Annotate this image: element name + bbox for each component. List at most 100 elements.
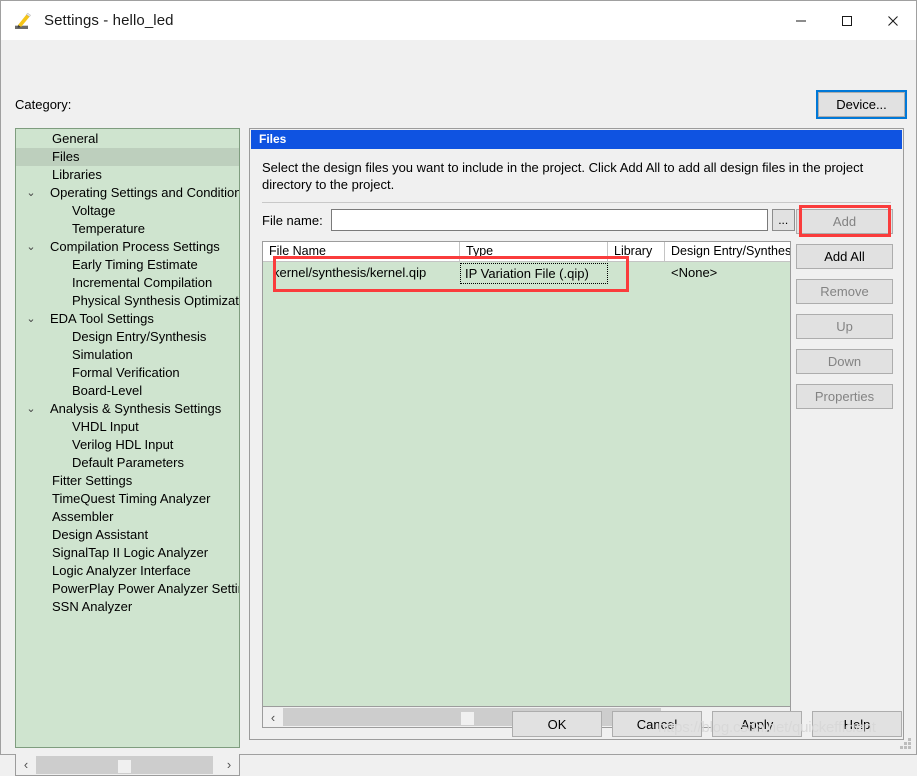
sidebar-item-label: SSN Analyzer <box>52 599 133 614</box>
chevron-down-icon[interactable]: ⌄ <box>24 238 38 256</box>
minimize-button[interactable] <box>778 1 824 40</box>
sidebar-item-operating-settings-and-conditions[interactable]: ⌄ Operating Settings and Conditions <box>16 184 239 202</box>
sidebar-item-ssn-analyzer[interactable]: SSN Analyzer <box>16 598 239 616</box>
dialog-body: Category: Device... General Files Librarie… <box>1 40 916 776</box>
sidebar-item-label: Physical Synthesis Optimization <box>72 293 240 308</box>
sidebar-item-label: PowerPlay Power Analyzer Settings <box>52 581 240 596</box>
sidebar-item-label: Board-Level <box>72 383 143 398</box>
sidebar-item-label: General <box>52 131 99 146</box>
sidebar-item-vhdl-input[interactable]: VHDL Input <box>16 418 239 436</box>
device-button[interactable]: Device... <box>816 90 907 119</box>
column-header-file-name[interactable]: File Name <box>263 242 460 261</box>
sidebar-item-label: Design Assistant <box>52 527 149 542</box>
add-button[interactable]: Add <box>796 209 893 234</box>
scroll-track[interactable] <box>36 754 219 775</box>
sidebar-item-label: Incremental Compilation <box>72 275 213 290</box>
sidebar-item-logic-analyzer-interface[interactable]: Logic Analyzer Interface <box>16 562 239 580</box>
sidebar-item-label: VHDL Input <box>72 419 139 434</box>
table-row[interactable]: kernel/synthesis/kernel.qip IP Variation… <box>263 262 790 284</box>
sidebar-item-general[interactable]: General <box>16 130 239 148</box>
sidebar-item-label: Assembler <box>52 509 114 524</box>
sidebar-item-label: Logic Analyzer Interface <box>52 563 191 578</box>
sidebar-item-powerplay-power-analyzer-settings[interactable]: PowerPlay Power Analyzer Settings <box>16 580 239 598</box>
up-button[interactable]: Up <box>796 314 893 339</box>
window-controls <box>778 1 916 40</box>
browse-files-button[interactable]: ... <box>771 209 795 231</box>
sidebar-item-label: Early Timing Estimate <box>72 257 198 272</box>
column-header-library[interactable]: Library <box>608 242 665 261</box>
sidebar-item-label: Analysis & Synthesis Settings <box>50 401 222 416</box>
files-table-header: File Name Type Library Design Entry/Synt… <box>263 242 790 262</box>
category-tree-items: General Files Libraries ⌄ Operating Settings… <box>16 129 239 616</box>
file-name-input[interactable] <box>330 209 768 231</box>
files-table[interactable]: File Name Type Library Design Entry/Synt… <box>262 241 791 707</box>
help-button[interactable]: Help <box>812 711 902 737</box>
sidebar-item-label: Default Parameters <box>72 455 184 470</box>
column-header-design-entry[interactable]: Design Entry/Synthes <box>665 242 790 261</box>
sidebar-item-label: Libraries <box>52 167 102 182</box>
sidebar-item-label: SignalTap II Logic Analyzer <box>52 545 209 560</box>
ok-button[interactable]: OK <box>512 711 602 737</box>
sidebar-item-signaltap-ii-logic-analyzer[interactable]: SignalTap II Logic Analyzer <box>16 544 239 562</box>
chevron-down-icon[interactable]: ⌄ <box>24 400 38 418</box>
cell-library[interactable] <box>608 262 665 284</box>
cell-design-entry[interactable]: <None> <box>665 262 790 284</box>
sidebar-item-label: Temperature <box>72 221 145 236</box>
sidebar-item-design-assistant[interactable]: Design Assistant <box>16 526 239 544</box>
panel-description: Select the design files you want to incl… <box>262 160 864 192</box>
sidebar-item-label: Files <box>52 149 80 164</box>
sidebar-item-analysis-synthesis-settings[interactable]: ⌄ Analysis & Synthesis Settings <box>16 400 239 418</box>
category-tree[interactable]: General Files Libraries ⌄ Operating Settings… <box>15 128 240 748</box>
cell-file-name[interactable]: kernel/synthesis/kernel.qip <box>263 262 460 284</box>
sidebar-item-timequest-timing-analyzer[interactable]: TimeQuest Timing Analyzer <box>16 490 239 508</box>
sidebar-item-formal-verification[interactable]: Formal Verification <box>16 364 239 382</box>
sidebar-item-early-timing-estimate[interactable]: Early Timing Estimate <box>16 256 239 274</box>
panel-header-title: Files <box>251 130 902 149</box>
sidebar-item-label: Formal Verification <box>72 365 180 380</box>
resize-grip-icon[interactable] <box>900 738 912 750</box>
sidebar-item-label: EDA Tool Settings <box>50 311 154 326</box>
sidebar-item-label: Compilation Process Settings <box>50 239 220 254</box>
sidebar-item-voltage[interactable]: Voltage <box>16 202 239 220</box>
sidebar-item-simulation[interactable]: Simulation <box>16 346 239 364</box>
sidebar-item-libraries[interactable]: Libraries <box>16 166 239 184</box>
sidebar-item-label: Design Entry/Synthesis <box>72 329 207 344</box>
sidebar-item-compilation-process-settings[interactable]: ⌄ Compilation Process Settings <box>16 238 239 256</box>
sidebar-item-verilog-hdl-input[interactable]: Verilog HDL Input <box>16 436 239 454</box>
pencil-icon <box>12 10 34 32</box>
dialog-footer: OK Cancel Apply Help <box>1 699 916 754</box>
sidebar-item-label: Simulation <box>72 347 133 362</box>
close-button[interactable] <box>870 1 916 40</box>
sidebar-item-default-parameters[interactable]: Default Parameters <box>16 454 239 472</box>
add-all-button[interactable]: Add All <box>796 244 893 269</box>
category-label: Category: <box>15 97 72 112</box>
sidebar-item-label: TimeQuest Timing Analyzer <box>52 491 211 506</box>
settings-dialog-window: Settings - hello_led Category: Device...… <box>0 0 917 776</box>
window-title: Settings - hello_led <box>44 12 174 29</box>
scroll-right-icon[interactable]: › <box>219 755 239 775</box>
sidebar-item-design-entry-synthesis[interactable]: Design Entry/Synthesis <box>16 328 239 346</box>
chevron-down-icon[interactable]: ⌄ <box>24 310 38 328</box>
apply-button[interactable]: Apply <box>712 711 802 737</box>
sidebar-item-board-level[interactable]: Board-Level <box>16 382 239 400</box>
sidebar-item-temperature[interactable]: Temperature <box>16 220 239 238</box>
remove-button[interactable]: Remove <box>796 279 893 304</box>
sidebar-item-physical-synthesis-optimization[interactable]: Physical Synthesis Optimization <box>16 292 239 310</box>
sidebar-item-files[interactable]: Files <box>16 148 239 166</box>
sidebar-item-label: Voltage <box>72 203 116 218</box>
cell-type[interactable]: IP Variation File (.qip) <box>460 262 608 284</box>
sidebar-item-assembler[interactable]: Assembler <box>16 508 239 526</box>
down-button[interactable]: Down <box>796 349 893 374</box>
cancel-button[interactable]: Cancel <box>612 711 702 737</box>
sidebar-item-eda-tool-settings[interactable]: ⌄ EDA Tool Settings <box>16 310 239 328</box>
properties-button[interactable]: Properties <box>796 384 893 409</box>
sidebar-item-incremental-compilation[interactable]: Incremental Compilation <box>16 274 239 292</box>
scroll-left-icon[interactable]: ‹ <box>16 755 36 775</box>
category-tree-hscrollbar[interactable]: ‹ › <box>15 754 240 776</box>
maximize-button[interactable] <box>824 1 870 40</box>
column-header-type[interactable]: Type <box>460 242 608 261</box>
sidebar-item-label: Operating Settings and Conditions <box>50 185 240 200</box>
files-settings-panel: Files Select the design files you want t… <box>249 128 904 740</box>
sidebar-item-fitter-settings[interactable]: Fitter Settings <box>16 472 239 490</box>
chevron-down-icon[interactable]: ⌄ <box>24 184 38 202</box>
